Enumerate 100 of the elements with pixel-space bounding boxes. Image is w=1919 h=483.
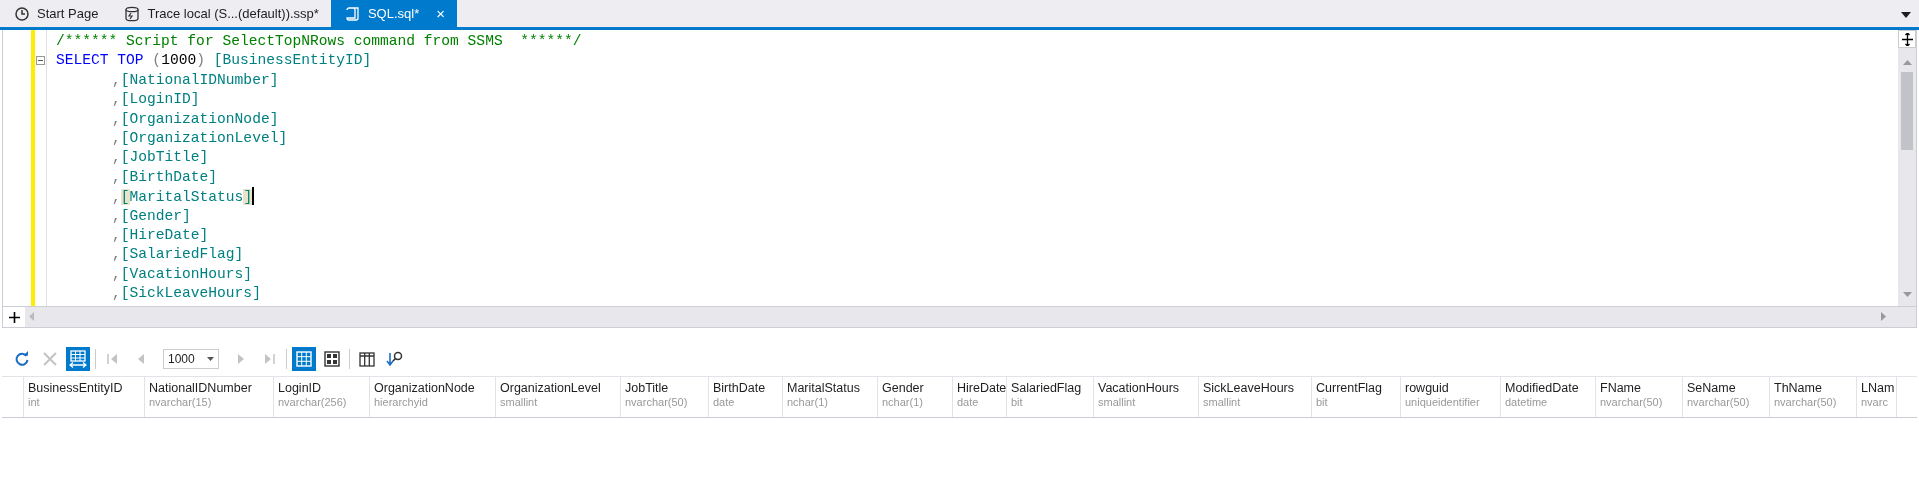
column-type: nvarchar(50)	[1687, 396, 1751, 408]
splitter-icon[interactable]	[1901, 32, 1913, 46]
column-header[interactable]: Gender nchar(1)	[878, 377, 953, 417]
column-name: LNam	[1861, 381, 1895, 395]
collapse-icon[interactable]	[36, 56, 45, 66]
column-header[interactable]: FName nvarchar(50)	[1596, 377, 1683, 417]
column-name: ModifiedDate	[1505, 381, 1580, 395]
column-header[interactable]: OrganizationNode hierarchyid	[370, 377, 496, 417]
code-line: ,[HireDate]	[111, 225, 210, 245]
column-header[interactable]: OrganizationLevel smallint	[496, 377, 621, 417]
code-line: ,[OrganizationLevel]	[111, 128, 289, 148]
column-name: JobTitle	[625, 381, 670, 395]
column-header[interactable]: SickLeaveHours smallint	[1199, 377, 1312, 417]
cancel-icon	[43, 352, 57, 366]
next-page-icon	[237, 353, 245, 365]
caret-icon	[207, 357, 214, 361]
search-icon	[386, 351, 404, 367]
code-line: ,[LoginID]	[111, 90, 201, 110]
scroll-right-icon[interactable]	[1881, 312, 1886, 321]
document-tab[interactable]: Trace local (S...(default)).ssp*	[110, 0, 331, 27]
grid-arrows-icon	[69, 350, 87, 368]
close-tab-button[interactable]: ×	[436, 5, 445, 22]
dropdown-arrow-icon[interactable]	[1901, 11, 1911, 18]
column-type: nvarchar(50)	[625, 396, 689, 408]
column-name: SeName	[1687, 381, 1737, 395]
document-tab[interactable]: SQL.sql* ×	[330, 0, 457, 27]
column-type: smallint	[1203, 396, 1242, 408]
scrollbar-thumb[interactable]	[1901, 72, 1913, 150]
code-line: ,[MaritalStatus]	[111, 187, 256, 207]
scroll-down-icon[interactable]	[1902, 292, 1912, 297]
last-page-icon	[263, 353, 275, 365]
previous-page-icon	[137, 353, 145, 365]
column-header[interactable]: LoginID nvarchar(256)	[274, 377, 370, 417]
column-name: NationalIDNumber	[149, 381, 253, 395]
column-type: bit	[1011, 396, 1024, 408]
code-line: ,[JobTitle]	[111, 148, 210, 168]
script-icon	[344, 5, 361, 22]
column-name: VacationHours	[1098, 381, 1181, 395]
column-header[interactable]: BusinessEntityID int	[24, 377, 145, 417]
clock-icon	[14, 5, 30, 22]
column-type: nvarchar(50)	[1600, 396, 1664, 408]
column-header[interactable]: VacationHours smallint	[1094, 377, 1199, 417]
column-header[interactable]: CurrentFlag bit	[1312, 377, 1401, 417]
column-name: OrganizationNode	[374, 381, 476, 395]
column-header[interactable]: ModifiedDate datetime	[1501, 377, 1596, 417]
code-line: /****** Script for SelectTopNRows command from SSMS ******/	[56, 32, 583, 51]
column-header[interactable]: BirthDate date	[709, 377, 783, 417]
database-icon	[124, 5, 141, 22]
column-name: rowguid	[1405, 381, 1450, 395]
code-line: ,[NationalIDNumber]	[111, 70, 280, 90]
code-line: ,[BirthDate]	[111, 167, 219, 187]
column-type: int	[28, 396, 41, 408]
column-header[interactable]: SalariedFlag bit	[1007, 377, 1094, 417]
column-name: Gender	[882, 381, 925, 395]
column-header[interactable]: HireDate date	[953, 377, 1007, 417]
code-line: ,[SalariedFlag]	[111, 245, 245, 265]
column-name: LoginID	[278, 381, 323, 395]
column-header[interactable]: SeName nvarchar(50)	[1683, 377, 1770, 417]
code-line: ,[Gender]	[111, 206, 192, 226]
column-name: MaritalStatus	[787, 381, 861, 395]
column-type: bit	[1316, 396, 1329, 408]
column-type: nchar(1)	[787, 396, 829, 408]
column-name: BusinessEntityID	[28, 381, 124, 395]
splitter-icon[interactable]	[8, 311, 20, 323]
grid-view-button[interactable]	[292, 347, 316, 371]
code-line: SELECT TOP (1000) [BusinessEntityID]	[56, 51, 373, 71]
scroll-up-icon[interactable]	[1902, 60, 1912, 65]
column-name: CurrentFlag	[1316, 381, 1383, 395]
column-type: uniqueidentifier	[1405, 396, 1481, 408]
column-type: smallint	[500, 396, 539, 408]
column-header[interactable]: JobTitle nvarchar(50)	[621, 377, 709, 417]
column-type: nchar(1)	[882, 396, 924, 408]
column-header[interactable]: MaritalStatus nchar(1)	[783, 377, 878, 417]
code-line: ,[OrganizationNode]	[111, 109, 280, 129]
columns-icon	[359, 351, 375, 367]
column-type: hierarchyid	[374, 396, 429, 408]
column-header[interactable]: LNam nvarc	[1857, 377, 1898, 417]
column-type: datetime	[1505, 396, 1549, 408]
document-tab[interactable]: Start Page	[0, 0, 111, 27]
card-view-icon	[324, 351, 340, 367]
code-line: ,[SickLeaveHours]	[111, 284, 262, 304]
column-name: SickLeaveHours	[1203, 381, 1295, 395]
column-header[interactable]: NationalIDNumber nvarchar(15)	[145, 377, 274, 417]
page-size-dropdown[interactable]: 1000	[163, 349, 219, 369]
column-name: HireDate	[957, 381, 1006, 395]
column-name: ThName	[1774, 381, 1823, 395]
column-header[interactable]: ThName nvarchar(50)	[1770, 377, 1857, 417]
column-type: nvarchar(50)	[1774, 396, 1838, 408]
column-name: OrganizationLevel	[500, 381, 602, 395]
grid-icon	[296, 351, 312, 367]
first-page-icon	[107, 353, 119, 365]
column-header[interactable]: rowguid uniqueidentifier	[1401, 377, 1501, 417]
column-type: nvarc	[1861, 396, 1889, 408]
column-type: smallint	[1098, 396, 1137, 408]
grid-toggle-button[interactable]	[66, 347, 90, 371]
column-name: BirthDate	[713, 381, 767, 395]
code-line: ,[VacationHours]	[111, 264, 254, 284]
column-name: FName	[1600, 381, 1642, 395]
column-type: date	[713, 396, 736, 408]
column-type: nvarchar(15)	[149, 396, 213, 408]
